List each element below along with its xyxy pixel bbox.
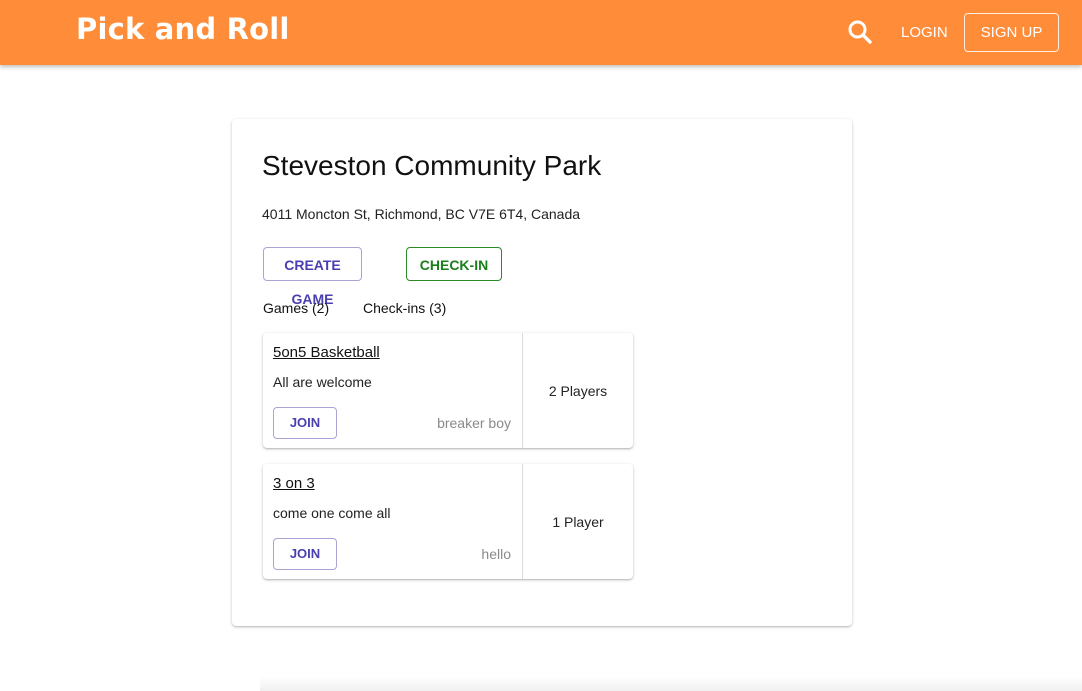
game-details: 3 on 3 come one come all JOIN hello: [263, 464, 523, 579]
check-in-button[interactable]: CHECK-IN: [406, 247, 502, 281]
tab-check-ins[interactable]: Check-ins (3): [363, 300, 446, 316]
park-address: 4011 Moncton St, Richmond, BC V7E 6T4, C…: [262, 206, 581, 222]
player-count: 1 Player: [552, 513, 604, 530]
tab-games[interactable]: Games (2): [263, 300, 329, 316]
signup-button[interactable]: SIGN UP: [964, 13, 1059, 52]
game-host: breaker boy: [437, 415, 511, 431]
game-card: 5on5 Basketball All are welcome JOIN bre…: [263, 333, 633, 448]
park-card: Steveston Community Park 4011 Moncton St…: [232, 119, 852, 626]
brand-logo[interactable]: Pick and Roll: [76, 12, 290, 46]
game-description: All are welcome: [273, 374, 372, 390]
player-count: 2 Players: [548, 382, 608, 399]
game-host: hello: [481, 546, 511, 562]
game-card: 3 on 3 come one come all JOIN hello 1 Pl…: [263, 464, 633, 579]
search-icon[interactable]: [846, 18, 874, 46]
park-name: Steveston Community Park: [262, 150, 602, 181]
game-description: come one come all: [273, 505, 391, 521]
join-game-button[interactable]: JOIN: [273, 407, 337, 439]
bottom-shadow: [260, 676, 1082, 691]
app-bar: Pick and Roll LOGIN SIGN UP: [0, 0, 1082, 65]
join-game-button[interactable]: JOIN: [273, 538, 337, 570]
login-button[interactable]: LOGIN: [893, 16, 956, 50]
game-details: 5on5 Basketball All are welcome JOIN bre…: [263, 333, 523, 448]
game-title-link[interactable]: 3 on 3: [273, 475, 315, 492]
create-game-button[interactable]: CREATE GAME: [263, 247, 362, 307]
game-title-link[interactable]: 5on5 Basketball: [273, 344, 380, 361]
